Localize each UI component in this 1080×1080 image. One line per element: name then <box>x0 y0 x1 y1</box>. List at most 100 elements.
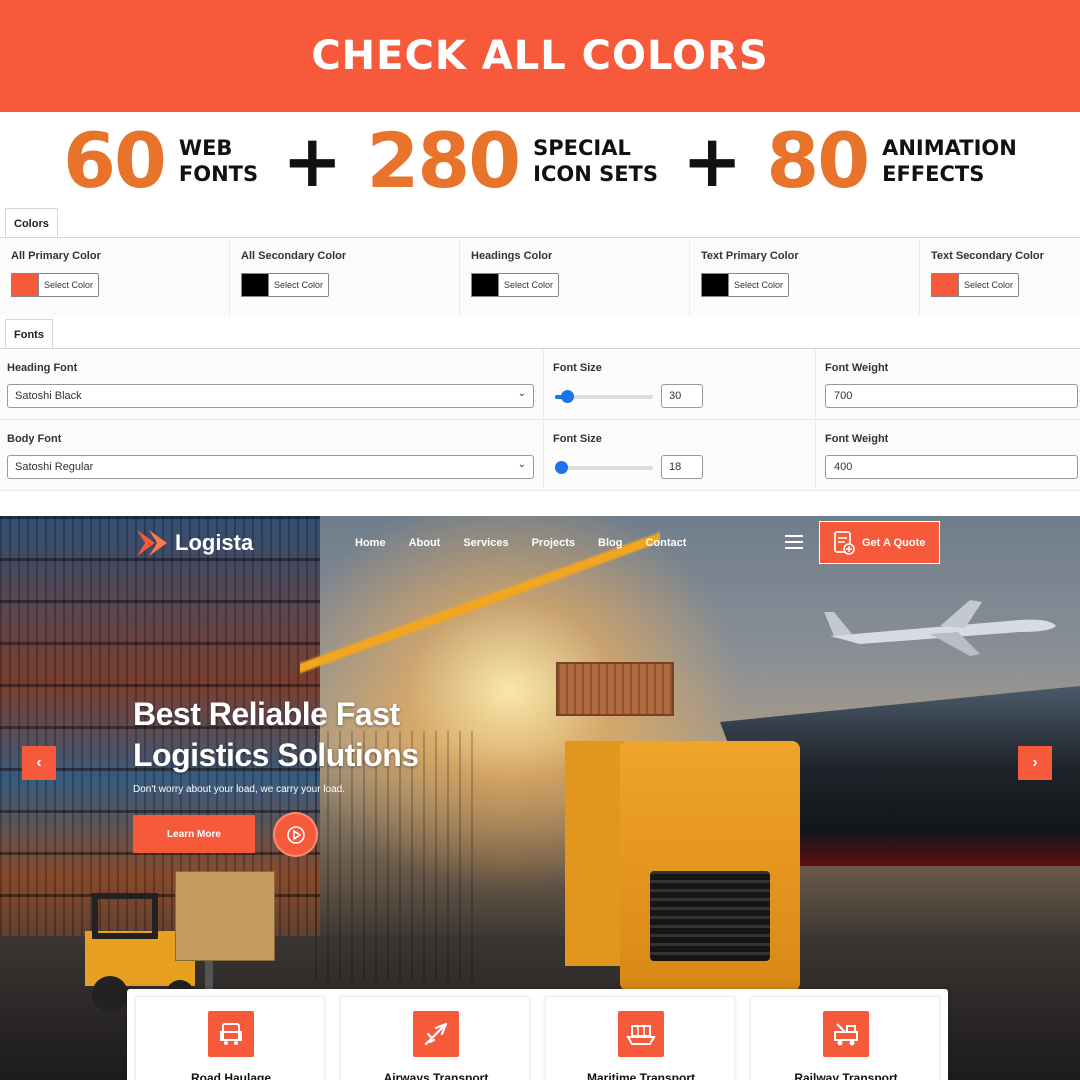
heading-font-size-slider[interactable] <box>555 390 653 403</box>
logo-chevron-icon <box>137 530 167 556</box>
font-family-cell: Body Font Satoshi Regular ⌄ <box>0 420 544 491</box>
stat-label-line: SPECIAL <box>533 136 631 160</box>
heading-font-row: Heading Font Satoshi Black ⌄ Font Size 3… <box>0 349 1080 420</box>
main-nav: Home About Services Projects Blog Contac… <box>355 537 709 549</box>
service-card-road[interactable]: Road Haulage <box>135 996 325 1080</box>
body-font-weight-input[interactable]: 400 <box>825 455 1078 479</box>
stat-label-line: WEB <box>178 136 233 160</box>
site-logo[interactable]: Logista <box>135 526 253 560</box>
field-label: Heading Font <box>7 362 78 374</box>
heading-font-weight-input[interactable]: 700 <box>825 384 1078 408</box>
heading-font-size-input[interactable]: 30 <box>661 384 703 408</box>
nav-link-home[interactable]: Home <box>355 537 386 549</box>
field-label: Font Size <box>553 433 602 445</box>
service-label: Maritime Transport <box>586 1071 696 1080</box>
play-icon <box>286 825 305 844</box>
get-quote-label: Get A Quote <box>862 536 926 549</box>
color-picker[interactable]: Select Color <box>241 273 459 297</box>
field-label: Font Size <box>553 362 602 374</box>
website-preview: Logista Home About Services Projects Blo… <box>0 516 1080 1080</box>
body-font-size-slider[interactable] <box>555 461 653 474</box>
slider-handle[interactable] <box>561 390 574 403</box>
service-card-railway[interactable]: Railway Transport <box>750 996 940 1080</box>
chevron-down-icon: ⌄ <box>517 388 526 399</box>
stat-number-fonts: 60 <box>63 116 167 205</box>
hero-subtitle: Don't worry about your load, we carry yo… <box>133 784 346 795</box>
trailer-image <box>565 741 625 966</box>
slider-handle[interactable] <box>555 461 568 474</box>
site-header: Logista Home About Services Projects Blo… <box>0 516 1080 572</box>
airplane-image <box>824 600 1056 656</box>
play-video-button[interactable] <box>273 812 318 857</box>
plus-sign: + <box>682 119 743 203</box>
get-quote-button[interactable]: Get A Quote <box>819 521 940 564</box>
service-card-air[interactable]: Airways Transport <box>340 996 530 1080</box>
field-label: Font Weight <box>825 433 889 445</box>
tab-colors[interactable]: Colors <box>5 208 58 238</box>
hero-title-line: Best Reliable Fast <box>133 696 400 732</box>
font-family-cell: Heading Font Satoshi Black ⌄ <box>0 349 544 420</box>
colors-panel: All Primary Color Select Color All Secon… <box>0 238 1080 316</box>
logo-text: Logista <box>175 530 254 555</box>
slider-next-button[interactable]: › <box>1018 746 1052 780</box>
chevron-left-icon: ‹ <box>36 754 42 771</box>
color-setting-primary: All Primary Color Select Color <box>0 238 230 316</box>
stat-label-line: ICON SETS <box>533 162 659 186</box>
airplane-icon <box>413 1011 459 1057</box>
feature-stats: 60 WEB FONTS + 280 SPECIAL ICON SETS + 8… <box>0 112 1080 210</box>
learn-more-button[interactable]: Learn More <box>133 815 255 853</box>
body-font-size-input[interactable]: 18 <box>661 455 703 479</box>
chevron-right-icon: › <box>1032 754 1038 771</box>
body-font-select[interactable]: Satoshi Regular ⌄ <box>7 455 534 479</box>
stat-label-line: FONTS <box>178 162 259 186</box>
color-picker[interactable]: Select Color <box>471 273 689 297</box>
nav-link-about[interactable]: About <box>409 537 441 549</box>
select-color-button[interactable]: Select Color <box>958 273 1020 297</box>
tow-truck-icon <box>823 1011 869 1057</box>
truck-icon <box>208 1011 254 1057</box>
stat-number-animations: 80 <box>766 116 870 205</box>
color-label: Text Primary Color <box>701 250 799 262</box>
hanging-container-image <box>556 662 674 716</box>
select-color-button[interactable]: Select Color <box>38 273 100 297</box>
cardboard-box-image <box>175 871 275 961</box>
stat-number-icons: 280 <box>366 116 521 205</box>
service-label: Airways Transport <box>383 1071 489 1080</box>
promo-banner: CHECK ALL COLORS <box>0 0 1080 112</box>
hero-title-line: Logistics Solutions <box>133 737 419 773</box>
nav-link-projects[interactable]: Projects <box>532 537 575 549</box>
select-color-button[interactable]: Select Color <box>728 273 790 297</box>
nav-link-blog[interactable]: Blog <box>598 537 622 549</box>
quote-document-icon <box>834 530 855 555</box>
color-swatch[interactable] <box>931 273 958 297</box>
color-label: Text Secondary Color <box>931 250 1044 262</box>
select-color-button[interactable]: Select Color <box>268 273 330 297</box>
services-strip: Road Haulage Airways Transport Maritime … <box>127 989 948 1080</box>
field-label: Font Weight <box>825 362 889 374</box>
nav-link-services[interactable]: Services <box>463 537 508 549</box>
body-font-row: Body Font Satoshi Regular ⌄ Font Size 18… <box>0 420 1080 491</box>
chevron-down-icon: ⌄ <box>517 459 526 470</box>
tab-fonts[interactable]: Fonts <box>5 319 53 349</box>
banner-title: CHECK ALL COLORS <box>311 33 769 79</box>
slider-prev-button[interactable]: ‹ <box>22 746 56 780</box>
heading-font-select[interactable]: Satoshi Black ⌄ <box>7 384 534 408</box>
menu-icon[interactable] <box>785 535 803 549</box>
stat-label-fonts: WEB FONTS <box>179 135 258 187</box>
color-setting-secondary: All Secondary Color Select Color <box>230 238 460 316</box>
nav-link-contact[interactable]: Contact <box>645 537 686 549</box>
color-setting-headings: Headings Color Select Color <box>460 238 690 316</box>
stat-label-icons: SPECIAL ICON SETS <box>533 135 658 187</box>
color-picker[interactable]: Select Color <box>931 273 1080 297</box>
color-setting-text-primary: Text Primary Color Select Color <box>690 238 920 316</box>
service-card-maritime[interactable]: Maritime Transport <box>545 996 735 1080</box>
select-color-button[interactable]: Select Color <box>498 273 560 297</box>
field-label: Body Font <box>7 433 62 445</box>
color-swatch[interactable] <box>471 273 498 297</box>
color-picker[interactable]: Select Color <box>701 273 919 297</box>
color-swatch[interactable] <box>701 273 728 297</box>
color-picker[interactable]: Select Color <box>11 273 229 297</box>
color-swatch[interactable] <box>11 273 38 297</box>
color-swatch[interactable] <box>241 273 268 297</box>
color-label: All Primary Color <box>11 250 101 262</box>
